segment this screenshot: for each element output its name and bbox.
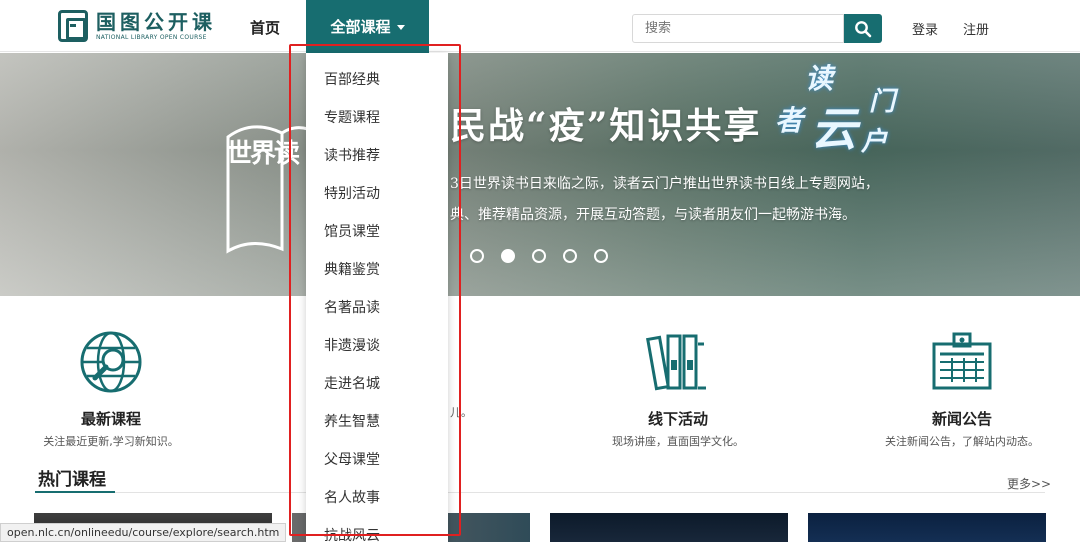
page: 国图公开课 NATIONAL LIBRARY OPEN COURSE 首页 全部… [0,0,1080,542]
nav-all-courses-label: 全部课程 [330,18,391,36]
course-card[interactable] [808,513,1046,542]
logo-mark-icon [58,10,88,42]
nav-home-link[interactable]: 首页 [250,17,280,38]
status-bar-url: open.nlc.cn/onlineedu/course/explore/sea… [0,523,287,542]
banner-title: 民战“疫”知识共享 [450,105,762,147]
feature-news[interactable]: 新闻公告 关注新闻公告，了解站内动态。 [842,330,1080,449]
annotation-highlight-box [289,44,461,536]
feature-desc: 现场讲座，直面国学文化。 [612,435,744,448]
brand-char: 云 [811,102,857,156]
feature-title: 最新课程 [80,410,141,428]
reader-cloud-logo: 读 者 云 门 户 [775,59,915,169]
banner-text-line-2: 典、推荐精品资源，开展互动答题，与读者朋友们一起畅游书海。 [450,207,856,223]
course-card[interactable] [550,513,788,542]
feature-desc: 关注最近更新,学习新知识。 [43,435,179,448]
search-button[interactable] [844,14,882,43]
carousel-dots [470,249,608,263]
books-icon [646,334,706,391]
logo-subtitle: NATIONAL LIBRARY OPEN COURSE [96,33,207,41]
search-icon [855,20,872,37]
banner-text-line-1: 3日世界读书日来临之际，读者云门户推出世界读书日线上专题网站， [450,176,879,192]
banner-side-logo: 世界读 [226,139,300,169]
search-input[interactable] [632,14,844,43]
feature-offline-activities[interactable]: 线下活动 现场讲座，直面国学文化。 [558,330,798,449]
carousel-dot[interactable] [532,249,546,263]
globe-search-icon [80,331,142,393]
more-link[interactable]: 更多>> [1007,475,1051,492]
login-link[interactable]: 登录 [912,19,938,38]
carousel-dot-active[interactable] [501,249,515,263]
caret-down-icon [396,25,405,30]
register-link[interactable]: 注册 [963,19,989,38]
brand-char: 读 [805,62,834,95]
calendar-board-icon [932,332,992,390]
feature-title: 新闻公告 [931,410,992,428]
carousel-dot[interactable] [594,249,608,263]
site-logo[interactable]: 国图公开课 NATIONAL LIBRARY OPEN COURSE [58,8,216,44]
feature-title: 线下活动 [647,410,708,428]
brand-char: 者 [775,104,804,137]
top-header: 国图公开课 NATIONAL LIBRARY OPEN COURSE 首页 全部… [0,0,1080,53]
hero-banner[interactable]: 世界读 民战“疫”知识共享 3日世界读书日来临之际，读者云门户推出世界读书日线上… [0,53,1080,296]
divider [115,492,1045,493]
hot-courses-heading: 热门课程 [38,470,106,490]
feature-latest-courses[interactable]: 最新课程 关注最近更新,学习新知识。 [0,330,231,449]
carousel-dot[interactable] [563,249,577,263]
logo-title: 国图公开课 [96,9,216,34]
heading-underline [35,491,115,493]
brand-char: 门 [869,87,896,117]
feature-desc: 关注新闻公告，了解站内动态。 [885,435,1039,448]
brand-char: 户 [861,127,888,157]
carousel-dot[interactable] [470,249,484,263]
